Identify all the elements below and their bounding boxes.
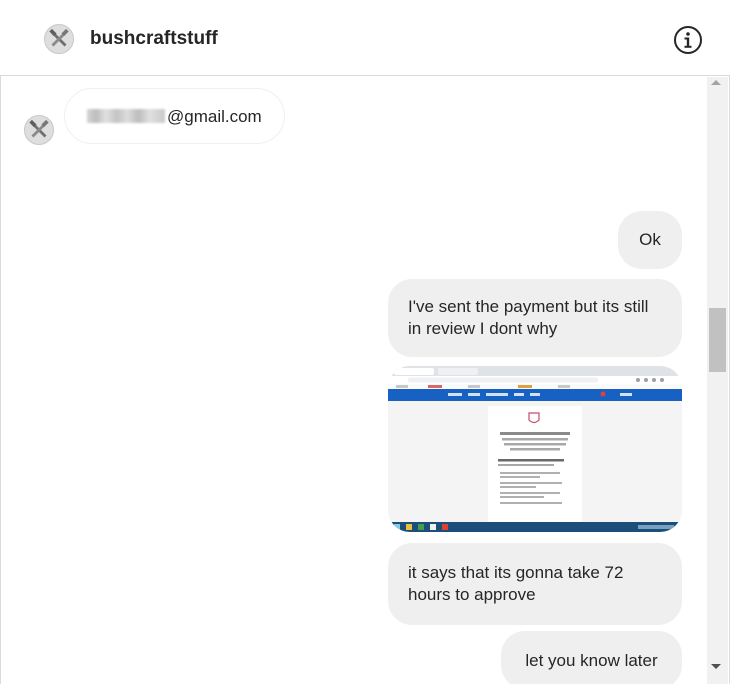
- info-icon[interactable]: [672, 24, 704, 56]
- message-incoming-email[interactable]: @gmail.com: [64, 88, 285, 144]
- message-outgoing-ok[interactable]: Ok: [618, 211, 682, 269]
- message-outgoing-72hours[interactable]: it says that its gonna take 72 hours to …: [388, 543, 682, 625]
- message-outgoing-image[interactable]: [388, 366, 682, 532]
- message-text: I've sent the payment but its still in r…: [408, 297, 649, 338]
- scrollbar-track[interactable]: [707, 77, 728, 684]
- tools-logo-icon: [44, 24, 74, 54]
- message-outgoing-payment[interactable]: I've sent the payment but its still in r…: [388, 279, 682, 357]
- scroll-up-icon[interactable]: [711, 80, 721, 85]
- scroll-down-icon[interactable]: [711, 664, 721, 669]
- chat-header: bushcraftstuff: [0, 0, 730, 76]
- payment-review-screenshot: [388, 366, 682, 532]
- tools-logo-icon: [24, 115, 54, 145]
- redacted-text: [87, 109, 165, 123]
- message-text: Ok: [639, 230, 661, 249]
- header-avatar[interactable]: [44, 24, 74, 54]
- sender-avatar[interactable]: [24, 115, 54, 145]
- message-outgoing-later[interactable]: let you know later: [501, 631, 682, 684]
- conversation-title[interactable]: bushcraftstuff: [90, 28, 218, 50]
- message-text: @gmail.com: [167, 107, 262, 126]
- message-text: it says that its gonna take 72 hours to …: [408, 563, 624, 604]
- scrollbar-thumb[interactable]: [709, 308, 726, 372]
- message-text: let you know later: [525, 651, 658, 670]
